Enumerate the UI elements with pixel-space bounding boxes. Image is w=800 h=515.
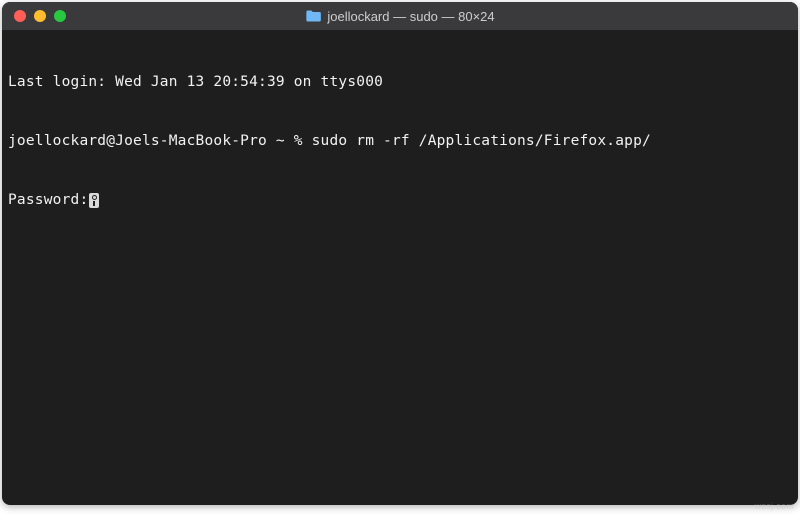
window-title-text: joellockard — sudo — 80×24 — [327, 9, 494, 24]
command-prompt-line: joellockard@Joels-MacBook-Pro ~ % sudo r… — [8, 132, 792, 152]
password-prompt-line: Password: — [8, 191, 792, 211]
maximize-button[interactable] — [54, 10, 66, 22]
password-label: Password: — [8, 192, 88, 208]
window-titlebar[interactable]: joellockard — sudo — 80×24 — [2, 2, 798, 30]
terminal-content[interactable]: Last login: Wed Jan 13 20:54:39 on ttys0… — [2, 30, 798, 253]
terminal-window: joellockard — sudo — 80×24 Last login: W… — [2, 2, 798, 505]
last-login-line: Last login: Wed Jan 13 20:54:39 on ttys0… — [8, 73, 792, 93]
key-icon — [89, 193, 99, 208]
minimize-button[interactable] — [34, 10, 46, 22]
close-button[interactable] — [14, 10, 26, 22]
folder-icon — [305, 10, 321, 22]
watermark-text: wssj.com — [755, 501, 794, 511]
window-title: joellockard — sudo — 80×24 — [305, 9, 494, 24]
traffic-lights — [2, 10, 66, 22]
